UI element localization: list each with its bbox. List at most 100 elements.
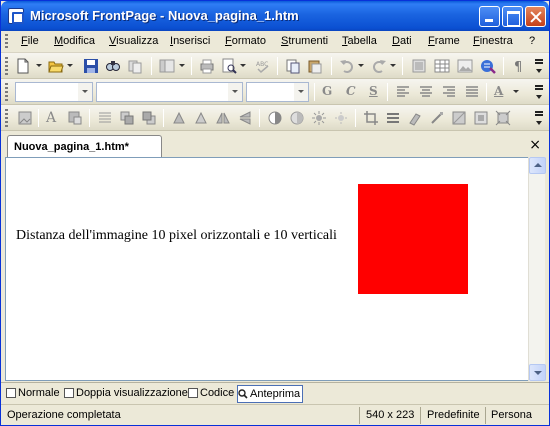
auto-thumbnail-icon[interactable] xyxy=(67,110,83,126)
font-size-select[interactable] xyxy=(246,82,309,102)
vertical-scrollbar[interactable] xyxy=(528,157,546,381)
undo-icon[interactable] xyxy=(339,58,355,74)
insert-picture-file-icon[interactable] xyxy=(17,110,33,126)
tab-nuova-pagina[interactable]: Nuova_pagina_1.htm* xyxy=(7,135,162,158)
maximize-button[interactable] xyxy=(502,6,523,27)
web-component-icon[interactable] xyxy=(411,58,427,74)
undo-dropdown-icon[interactable] xyxy=(358,64,364,67)
font-select[interactable] xyxy=(96,82,243,102)
chevron-down-icon[interactable] xyxy=(78,83,92,101)
send-backward-icon[interactable] xyxy=(141,110,157,126)
save-icon[interactable] xyxy=(83,58,99,74)
toolbar-grip[interactable] xyxy=(5,83,8,101)
align-right-icon[interactable] xyxy=(441,84,457,100)
spelling-icon[interactable]: ABC xyxy=(255,58,271,74)
menu-dati[interactable]: Dati xyxy=(392,35,412,47)
menu-frame[interactable]: Frame xyxy=(428,35,460,47)
menu-help[interactable]: ? xyxy=(529,35,535,47)
rotate-left-icon[interactable] xyxy=(171,110,187,126)
menu-tabella[interactable]: Tabella xyxy=(342,35,377,47)
search-icon[interactable] xyxy=(105,58,121,74)
red-square-image[interactable] xyxy=(358,184,468,294)
status-page-size[interactable]: 540 x 223 xyxy=(366,409,414,421)
text-icon[interactable]: A xyxy=(46,110,56,126)
show-all-icon[interactable]: ¶ xyxy=(511,58,527,74)
folder-list-dropdown-icon[interactable] xyxy=(179,64,185,67)
toolbar-grip[interactable] xyxy=(5,109,8,127)
set-transparent-color-icon[interactable] xyxy=(429,110,445,126)
menu-modifica[interactable]: Modifica xyxy=(54,35,95,47)
new-page-dropdown-icon[interactable] xyxy=(36,64,42,67)
resample-icon[interactable] xyxy=(495,110,511,126)
format-picture-icon[interactable] xyxy=(407,110,423,126)
print-preview-icon[interactable] xyxy=(221,58,237,74)
flip-vertical-icon[interactable] xyxy=(237,110,253,126)
line-style-icon[interactable] xyxy=(385,110,401,126)
toolbar-options-icon[interactable] xyxy=(533,81,545,103)
close-window-button[interactable] xyxy=(525,6,546,27)
align-center-icon[interactable] xyxy=(418,84,434,100)
insert-picture-icon[interactable] xyxy=(457,58,473,74)
menu-formato[interactable]: Formato xyxy=(225,35,266,47)
chevron-down-icon[interactable] xyxy=(294,83,308,101)
menu-inserisci[interactable]: Inserisci xyxy=(170,35,210,47)
minimize-button[interactable] xyxy=(479,6,500,27)
bold-button[interactable]: G xyxy=(322,84,332,98)
open-icon[interactable] xyxy=(48,58,64,74)
normal-view-icon xyxy=(6,388,16,398)
style-select[interactable] xyxy=(15,82,93,102)
frontpage-app-icon[interactable] xyxy=(8,8,24,24)
scroll-up-button[interactable] xyxy=(529,157,546,174)
menu-finestra[interactable]: Finestra xyxy=(473,35,513,47)
flip-horizontal-icon[interactable] xyxy=(215,110,231,126)
menubar-grip[interactable] xyxy=(5,34,8,50)
new-page-icon[interactable] xyxy=(15,58,31,74)
status-custom[interactable]: Persona xyxy=(491,409,532,421)
folder-list-icon[interactable] xyxy=(159,58,175,74)
page-preview-area[interactable]: Distanza dell'immagine 10 pixel orizzont… xyxy=(5,157,528,381)
menu-strumenti[interactable]: Strumenti xyxy=(281,35,328,47)
menu-file[interactable]: File xyxy=(21,35,39,47)
redo-dropdown-icon[interactable] xyxy=(390,64,396,67)
frontpage-window: Microsoft FrontPage - Nuova_pagina_1.htm… xyxy=(0,0,550,426)
tab-codice[interactable]: Codice xyxy=(188,385,236,403)
status-mode[interactable]: Predefinite xyxy=(427,409,480,421)
position-absolutely-icon[interactable] xyxy=(97,110,113,126)
more-brightness-icon[interactable] xyxy=(311,110,327,126)
redo-icon[interactable] xyxy=(371,58,387,74)
close-document-icon[interactable]: × xyxy=(529,137,541,153)
font-color-dropdown-icon[interactable] xyxy=(513,90,519,93)
print-preview-dropdown-icon[interactable] xyxy=(240,64,246,67)
color-icon[interactable] xyxy=(451,110,467,126)
crop-icon[interactable] xyxy=(363,110,379,126)
more-contrast-icon[interactable] xyxy=(267,110,283,126)
open-dropdown-icon[interactable] xyxy=(67,64,73,67)
bevel-icon[interactable] xyxy=(473,110,489,126)
less-brightness-icon[interactable] xyxy=(333,110,349,126)
italic-button[interactable]: C xyxy=(346,84,356,98)
less-contrast-icon[interactable] xyxy=(289,110,305,126)
tab-doppia-visualizzazione[interactable]: Doppia visualizzazione xyxy=(64,385,188,403)
title-bar[interactable]: Microsoft FrontPage - Nuova_pagina_1.htm xyxy=(1,1,549,31)
tab-normale[interactable]: Normale xyxy=(6,385,62,403)
cut-icon[interactable] xyxy=(285,58,301,74)
underline-button[interactable]: S xyxy=(369,84,378,98)
copy-icon[interactable] xyxy=(307,58,323,74)
hyperlink-icon[interactable] xyxy=(480,58,496,74)
print-icon[interactable] xyxy=(199,58,215,74)
chevron-down-icon[interactable] xyxy=(228,83,242,101)
publish-icon[interactable] xyxy=(127,58,143,74)
toolbar-options-icon[interactable] xyxy=(533,107,545,129)
toolbar-options-icon[interactable] xyxy=(533,55,545,77)
align-left-icon[interactable] xyxy=(395,84,411,100)
bring-forward-icon[interactable] xyxy=(119,110,135,126)
toolbar-grip[interactable] xyxy=(5,57,8,75)
tab-anteprima[interactable]: Anteprima xyxy=(237,385,303,403)
justify-icon[interactable] xyxy=(464,84,480,100)
menu-visualizza[interactable]: Visualizza xyxy=(109,35,158,47)
font-color-button[interactable]: A xyxy=(494,84,503,98)
scroll-down-button[interactable] xyxy=(529,364,546,381)
toolbar-separator xyxy=(277,57,278,75)
rotate-right-icon[interactable] xyxy=(193,110,209,126)
insert-table-icon[interactable] xyxy=(434,58,450,74)
